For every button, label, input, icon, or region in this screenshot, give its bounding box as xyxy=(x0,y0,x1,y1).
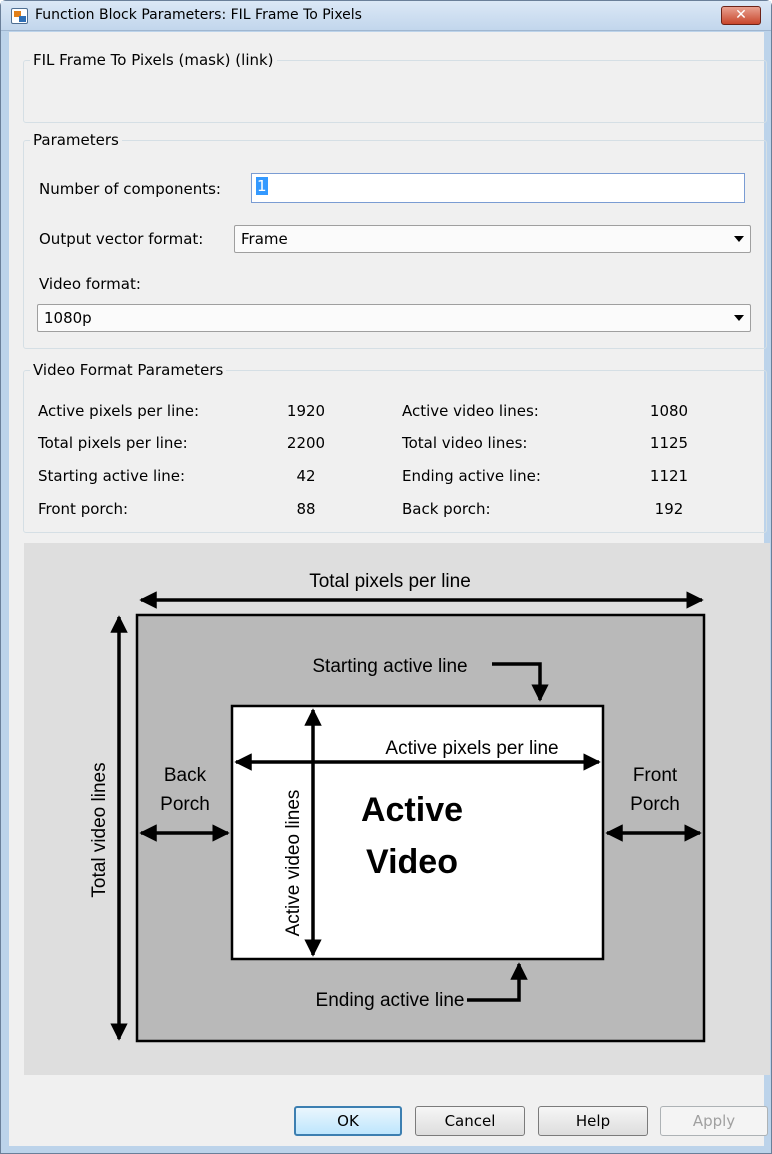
output-vector-label: Output vector format: xyxy=(39,230,204,248)
front-porch-label-2: Porch xyxy=(630,794,680,815)
vf-right-label-1: Total video lines: xyxy=(402,434,528,452)
chevron-down-icon xyxy=(734,236,744,242)
close-icon: ✕ xyxy=(735,7,747,23)
vf-right-label-2: Ending active line: xyxy=(402,467,541,485)
output-vector-select[interactable]: Frame xyxy=(234,225,751,253)
cancel-button-label: Cancel xyxy=(444,1112,496,1130)
num-components-label: Number of components: xyxy=(39,180,221,198)
video-format-diagram: Total pixels per line Total video lines … xyxy=(24,543,770,1075)
apply-button[interactable]: Apply xyxy=(660,1106,768,1136)
parameters-legend: Parameters xyxy=(33,131,119,149)
help-button[interactable]: Help xyxy=(538,1106,648,1136)
back-porch-label-1: Back xyxy=(164,765,207,786)
ending-line-label: Ending active line xyxy=(316,990,465,1011)
output-vector-value: Frame xyxy=(241,230,288,248)
vf-right-value-2: 1121 xyxy=(649,467,689,485)
active-pixels-label: Active pixels per line xyxy=(385,738,558,759)
active-video-title-2: Video xyxy=(366,843,458,881)
total-lines-label: Total video lines xyxy=(89,762,110,897)
vf-right-value-3: 192 xyxy=(654,500,684,518)
front-porch-label-1: Front xyxy=(633,765,678,786)
active-video-title-1: Active xyxy=(361,791,463,829)
help-button-label: Help xyxy=(575,1112,611,1130)
total-pixels-label: Total pixels per line xyxy=(309,571,471,592)
back-porch-label-2: Porch xyxy=(160,794,210,815)
starting-line-label: Starting active line xyxy=(312,656,467,677)
vf-left-label-3: Front porch: xyxy=(38,500,129,518)
vf-left-value-0: 1920 xyxy=(286,402,326,420)
timing-diagram-svg: Total pixels per line Total video lines … xyxy=(89,571,706,1043)
num-components-field[interactable]: 1 xyxy=(251,173,745,203)
title-bar[interactable]: Function Block Parameters: FIL Frame To … xyxy=(1,1,771,31)
video-format-parameters-legend: Video Format Parameters xyxy=(33,361,224,379)
vf-right-value-1: 1125 xyxy=(649,434,689,452)
vf-right-label-3: Back porch: xyxy=(402,500,491,518)
simulink-block-icon xyxy=(11,8,28,24)
mask-legend: FIL Frame To Pixels (mask) (link) xyxy=(33,51,274,69)
video-format-select[interactable]: 1080p xyxy=(37,304,751,332)
video-format-label: Video format: xyxy=(39,275,141,293)
vf-left-value-2: 42 xyxy=(296,467,316,485)
vf-left-value-3: 88 xyxy=(296,500,316,518)
vf-left-label-0: Active pixels per line: xyxy=(38,402,200,420)
ok-button[interactable]: OK xyxy=(294,1106,402,1136)
apply-button-label: Apply xyxy=(692,1112,736,1130)
vf-left-label-2: Starting active line: xyxy=(38,467,186,485)
num-components-value: 1 xyxy=(256,177,268,195)
vf-left-value-1: 2200 xyxy=(286,434,326,452)
dialog-window: Function Block Parameters: FIL Frame To … xyxy=(0,0,772,1154)
window-title: Function Block Parameters: FIL Frame To … xyxy=(35,7,362,23)
vf-right-label-0: Active video lines: xyxy=(402,402,539,420)
chevron-down-icon xyxy=(734,315,744,321)
vf-right-value-0: 1080 xyxy=(649,402,689,420)
mask-description-group: FIL Frame To Pixels (mask) (link) xyxy=(23,51,767,123)
video-format-value: 1080p xyxy=(44,309,92,327)
close-button[interactable]: ✕ xyxy=(721,6,761,25)
cancel-button[interactable]: Cancel xyxy=(415,1106,525,1136)
active-lines-label: Active video lines xyxy=(283,790,304,937)
vf-left-label-1: Total pixels per line: xyxy=(38,434,188,452)
ok-button-label: OK xyxy=(337,1112,359,1130)
